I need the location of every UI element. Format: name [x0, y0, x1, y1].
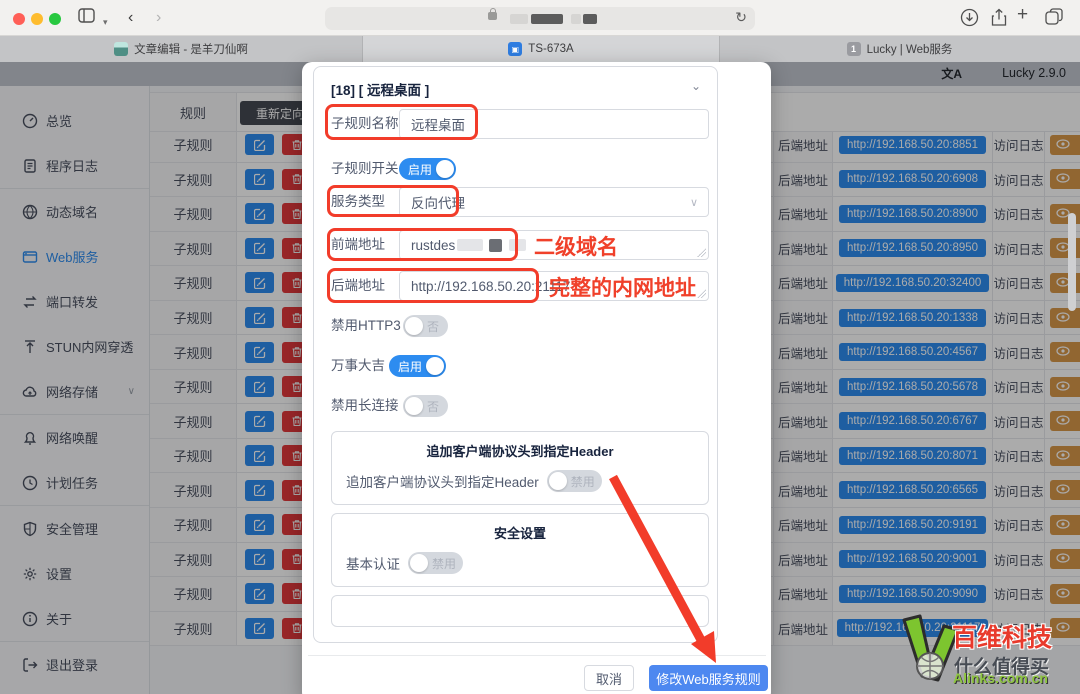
annotation-box-name	[325, 104, 478, 140]
browser-tab-article[interactable]: 文章编辑 - 是羊刀仙啊	[0, 36, 363, 62]
chevron-down-icon: ∨	[690, 196, 698, 209]
browser-tab-ts673a[interactable]: ▣ TS-673A	[363, 36, 720, 62]
switch-knob	[405, 317, 423, 335]
group-title: 安全设置	[332, 523, 708, 542]
edit-web-rule-dialog: [18] [ 远程桌面 ] ⌄ 子规则名称 远程桌面 子规则开关 启用 服务类型…	[302, 62, 771, 694]
annotation-box-type	[327, 185, 459, 217]
submit-button[interactable]: 修改Web服务规则	[649, 665, 768, 691]
chevron-down-icon[interactable]: ▾	[103, 12, 108, 32]
share-icon[interactable]	[990, 8, 1008, 33]
download-icon[interactable]	[960, 8, 979, 33]
lock-icon	[488, 12, 497, 20]
group-title: 追加客户端协议头到指定Header	[332, 441, 708, 460]
http3-label: 禁用HTTP3	[331, 311, 401, 341]
security-group: 安全设置 基本认证 禁用	[331, 513, 709, 587]
header-append-switch[interactable]: 禁用	[547, 470, 602, 492]
annotation-backend-note: 完整的内网地址	[549, 272, 696, 302]
collapse-chevron-icon[interactable]: ⌄	[691, 79, 701, 93]
lucky-switch[interactable]: 启用	[389, 355, 446, 377]
switch-text: 否	[427, 318, 439, 335]
header-append-label: 追加客户端协议头到指定Header	[346, 471, 539, 491]
basic-auth-switch[interactable]: 禁用	[408, 552, 463, 574]
minimize-window-button[interactable]	[31, 13, 43, 25]
resize-handle[interactable]	[697, 248, 706, 257]
keepalive-switch[interactable]: 否	[403, 395, 448, 417]
annotation-frontend-note: 二级域名	[534, 231, 618, 261]
back-icon[interactable]: ‹	[128, 8, 133, 28]
dialog-footer: 取消 修改Web服务规则	[308, 655, 766, 694]
switch-knob	[426, 357, 444, 375]
lucky-label: 万事大吉	[331, 351, 385, 381]
sidebar-icon[interactable]	[78, 8, 95, 29]
browser-toolbar: ▾ ‹ › ↻ +	[0, 0, 1080, 36]
redacted-url-block	[510, 14, 528, 24]
redacted-url-block	[531, 14, 563, 24]
tab-label: Lucky | Web服务	[867, 41, 953, 57]
collapse-title: [18] [ 远程桌面 ]	[331, 79, 429, 99]
header-append-group: 追加客户端协议头到指定Header 追加客户端协议头到指定Header 禁用	[331, 431, 709, 505]
empty-group	[331, 595, 709, 627]
cancel-button[interactable]: 取消	[584, 665, 634, 691]
switch-knob	[410, 554, 428, 572]
qnap-icon: ▣	[508, 42, 522, 56]
browser-tab-bar: 文章编辑 - 是羊刀仙啊 ▣ TS-673A 1 Lucky | Web服务	[0, 36, 1080, 62]
watermark: 百维科技 什么值得买 Alinks.com.cn	[898, 606, 1080, 694]
switch-text: 启用	[408, 161, 432, 178]
close-window-button[interactable]	[13, 13, 25, 25]
annotation-box-backend	[327, 268, 539, 303]
annotation-box-frontend	[327, 228, 518, 261]
tab-count-badge: 1	[847, 42, 861, 56]
forward-icon[interactable]: ›	[156, 8, 161, 28]
redacted-url-block	[583, 14, 597, 24]
page-scrollbar[interactable]	[1068, 213, 1076, 311]
screen: ▾ ‹ › ↻ + 文章编辑 - 是羊刀仙啊 ▣ TS-673A 1 Lucky…	[0, 0, 1080, 694]
basic-auth-label: 基本认证	[346, 553, 400, 573]
switch-knob	[405, 397, 423, 415]
http3-switch[interactable]: 否	[403, 315, 448, 337]
new-tab-icon[interactable]: +	[1017, 5, 1028, 25]
switch-text: 启用	[398, 358, 422, 375]
keepalive-label: 禁用长连接	[331, 391, 399, 421]
reload-icon[interactable]: ↻	[735, 9, 747, 26]
switch-knob	[549, 472, 567, 490]
redacted-url-block	[571, 14, 581, 24]
zoom-window-button[interactable]	[49, 13, 61, 25]
switch-text: 否	[427, 398, 439, 415]
switch-knob	[436, 160, 454, 178]
tab-label: TS-673A	[528, 43, 573, 55]
tab-label: 文章编辑 - 是羊刀仙啊	[134, 41, 248, 57]
address-bar[interactable]: ↻	[325, 7, 755, 30]
switch-label: 子规则开关	[331, 154, 399, 184]
switch-text: 禁用	[571, 473, 595, 490]
article-avatar-icon	[114, 42, 128, 56]
tab-overview-icon[interactable]	[1045, 8, 1064, 32]
sub-rule-switch[interactable]: 启用	[399, 158, 456, 180]
sub-rule-collapse-card: [18] [ 远程桌面 ] ⌄ 子规则名称 远程桌面 子规则开关 启用 服务类型…	[313, 66, 718, 643]
switch-text: 禁用	[432, 555, 456, 572]
resize-handle[interactable]	[697, 289, 706, 298]
browser-tab-lucky[interactable]: 1 Lucky | Web服务	[720, 36, 1079, 62]
watermark-brand: 百维科技	[952, 618, 1052, 654]
watermark-domain: Alinks.com.cn	[953, 670, 1048, 686]
